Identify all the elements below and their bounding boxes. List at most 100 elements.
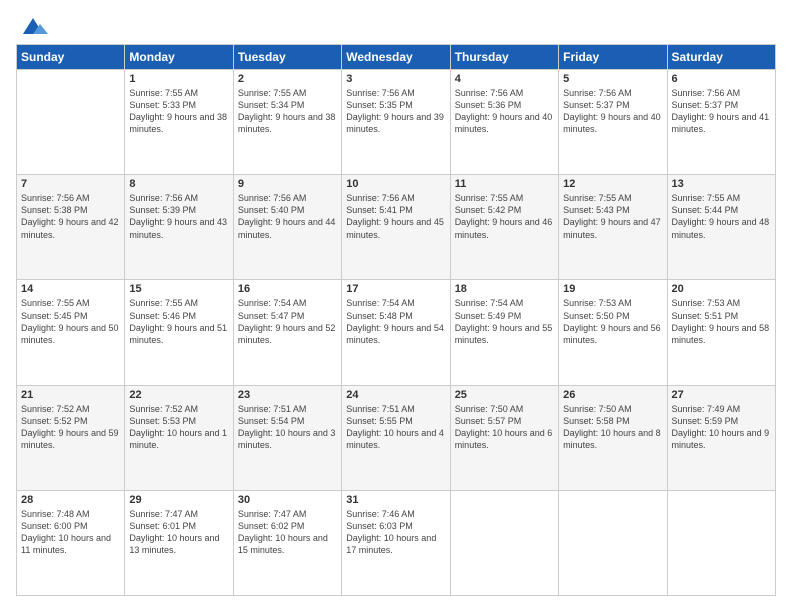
day-info: Sunrise: 7:56 AMSunset: 5:37 PMDaylight:… bbox=[672, 88, 770, 134]
day-cell-3-3: 24 Sunrise: 7:51 AMSunset: 5:55 PMDaylig… bbox=[342, 385, 450, 490]
day-info: Sunrise: 7:54 AMSunset: 5:48 PMDaylight:… bbox=[346, 298, 444, 344]
day-cell-0-3: 3 Sunrise: 7:56 AMSunset: 5:35 PMDayligh… bbox=[342, 70, 450, 175]
day-number: 9 bbox=[238, 178, 337, 190]
day-number: 1 bbox=[129, 73, 228, 85]
day-number: 7 bbox=[21, 178, 120, 190]
day-number: 27 bbox=[672, 389, 771, 401]
day-info: Sunrise: 7:54 AMSunset: 5:47 PMDaylight:… bbox=[238, 298, 336, 344]
day-info: Sunrise: 7:55 AMSunset: 5:33 PMDaylight:… bbox=[129, 88, 227, 134]
day-info: Sunrise: 7:52 AMSunset: 5:53 PMDaylight:… bbox=[129, 404, 227, 450]
day-info: Sunrise: 7:56 AMSunset: 5:38 PMDaylight:… bbox=[21, 193, 119, 239]
calendar-table: SundayMondayTuesdayWednesdayThursdayFrid… bbox=[16, 44, 776, 596]
day-info: Sunrise: 7:56 AMSunset: 5:39 PMDaylight:… bbox=[129, 193, 227, 239]
day-cell-1-3: 10 Sunrise: 7:56 AMSunset: 5:41 PMDaylig… bbox=[342, 175, 450, 280]
day-cell-4-0: 28 Sunrise: 7:48 AMSunset: 6:00 PMDaylig… bbox=[17, 490, 125, 595]
day-cell-4-1: 29 Sunrise: 7:47 AMSunset: 6:01 PMDaylig… bbox=[125, 490, 233, 595]
day-number: 21 bbox=[21, 389, 120, 401]
day-number: 2 bbox=[238, 73, 337, 85]
day-cell-0-1: 1 Sunrise: 7:55 AMSunset: 5:33 PMDayligh… bbox=[125, 70, 233, 175]
day-number: 6 bbox=[672, 73, 771, 85]
day-cell-2-2: 16 Sunrise: 7:54 AMSunset: 5:47 PMDaylig… bbox=[233, 280, 341, 385]
day-number: 26 bbox=[563, 389, 662, 401]
day-cell-0-0 bbox=[17, 70, 125, 175]
day-cell-3-1: 22 Sunrise: 7:52 AMSunset: 5:53 PMDaylig… bbox=[125, 385, 233, 490]
day-info: Sunrise: 7:56 AMSunset: 5:35 PMDaylight:… bbox=[346, 88, 444, 134]
header-sunday: Sunday bbox=[17, 45, 125, 70]
day-cell-1-1: 8 Sunrise: 7:56 AMSunset: 5:39 PMDayligh… bbox=[125, 175, 233, 280]
day-info: Sunrise: 7:55 AMSunset: 5:46 PMDaylight:… bbox=[129, 298, 227, 344]
day-cell-0-2: 2 Sunrise: 7:55 AMSunset: 5:34 PMDayligh… bbox=[233, 70, 341, 175]
day-number: 29 bbox=[129, 494, 228, 506]
logo-icon bbox=[18, 16, 48, 38]
day-info: Sunrise: 7:46 AMSunset: 6:03 PMDaylight:… bbox=[346, 509, 436, 555]
day-cell-1-6: 13 Sunrise: 7:55 AMSunset: 5:44 PMDaylig… bbox=[667, 175, 775, 280]
day-number: 22 bbox=[129, 389, 228, 401]
day-number: 5 bbox=[563, 73, 662, 85]
day-cell-0-6: 6 Sunrise: 7:56 AMSunset: 5:37 PMDayligh… bbox=[667, 70, 775, 175]
day-info: Sunrise: 7:55 AMSunset: 5:44 PMDaylight:… bbox=[672, 193, 770, 239]
header-monday: Monday bbox=[125, 45, 233, 70]
day-number: 11 bbox=[455, 178, 554, 190]
week-row-4: 21 Sunrise: 7:52 AMSunset: 5:52 PMDaylig… bbox=[17, 385, 776, 490]
day-info: Sunrise: 7:53 AMSunset: 5:51 PMDaylight:… bbox=[672, 298, 770, 344]
day-number: 14 bbox=[21, 283, 120, 295]
day-info: Sunrise: 7:50 AMSunset: 5:57 PMDaylight:… bbox=[455, 404, 553, 450]
header-wednesday: Wednesday bbox=[342, 45, 450, 70]
day-info: Sunrise: 7:49 AMSunset: 5:59 PMDaylight:… bbox=[672, 404, 770, 450]
day-cell-4-6 bbox=[667, 490, 775, 595]
page: SundayMondayTuesdayWednesdayThursdayFrid… bbox=[0, 0, 792, 612]
day-info: Sunrise: 7:53 AMSunset: 5:50 PMDaylight:… bbox=[563, 298, 661, 344]
day-number: 19 bbox=[563, 283, 662, 295]
day-cell-2-5: 19 Sunrise: 7:53 AMSunset: 5:50 PMDaylig… bbox=[559, 280, 667, 385]
day-cell-2-0: 14 Sunrise: 7:55 AMSunset: 5:45 PMDaylig… bbox=[17, 280, 125, 385]
day-cell-0-4: 4 Sunrise: 7:56 AMSunset: 5:36 PMDayligh… bbox=[450, 70, 558, 175]
day-cell-4-2: 30 Sunrise: 7:47 AMSunset: 6:02 PMDaylig… bbox=[233, 490, 341, 595]
header bbox=[16, 16, 776, 34]
day-cell-0-5: 5 Sunrise: 7:56 AMSunset: 5:37 PMDayligh… bbox=[559, 70, 667, 175]
day-cell-4-5 bbox=[559, 490, 667, 595]
day-info: Sunrise: 7:47 AMSunset: 6:02 PMDaylight:… bbox=[238, 509, 328, 555]
day-info: Sunrise: 7:52 AMSunset: 5:52 PMDaylight:… bbox=[21, 404, 119, 450]
day-cell-1-0: 7 Sunrise: 7:56 AMSunset: 5:38 PMDayligh… bbox=[17, 175, 125, 280]
day-info: Sunrise: 7:56 AMSunset: 5:40 PMDaylight:… bbox=[238, 193, 336, 239]
day-info: Sunrise: 7:56 AMSunset: 5:36 PMDaylight:… bbox=[455, 88, 553, 134]
day-cell-1-4: 11 Sunrise: 7:55 AMSunset: 5:42 PMDaylig… bbox=[450, 175, 558, 280]
day-number: 25 bbox=[455, 389, 554, 401]
day-number: 15 bbox=[129, 283, 228, 295]
header-tuesday: Tuesday bbox=[233, 45, 341, 70]
day-info: Sunrise: 7:56 AMSunset: 5:37 PMDaylight:… bbox=[563, 88, 661, 134]
day-number: 20 bbox=[672, 283, 771, 295]
day-cell-2-4: 18 Sunrise: 7:54 AMSunset: 5:49 PMDaylig… bbox=[450, 280, 558, 385]
day-cell-2-1: 15 Sunrise: 7:55 AMSunset: 5:46 PMDaylig… bbox=[125, 280, 233, 385]
day-number: 28 bbox=[21, 494, 120, 506]
day-number: 30 bbox=[238, 494, 337, 506]
day-number: 24 bbox=[346, 389, 445, 401]
day-cell-1-2: 9 Sunrise: 7:56 AMSunset: 5:40 PMDayligh… bbox=[233, 175, 341, 280]
day-info: Sunrise: 7:47 AMSunset: 6:01 PMDaylight:… bbox=[129, 509, 219, 555]
header-saturday: Saturday bbox=[667, 45, 775, 70]
day-number: 16 bbox=[238, 283, 337, 295]
day-number: 17 bbox=[346, 283, 445, 295]
day-number: 10 bbox=[346, 178, 445, 190]
day-info: Sunrise: 7:55 AMSunset: 5:34 PMDaylight:… bbox=[238, 88, 336, 134]
day-number: 3 bbox=[346, 73, 445, 85]
week-row-3: 14 Sunrise: 7:55 AMSunset: 5:45 PMDaylig… bbox=[17, 280, 776, 385]
header-thursday: Thursday bbox=[450, 45, 558, 70]
day-cell-3-2: 23 Sunrise: 7:51 AMSunset: 5:54 PMDaylig… bbox=[233, 385, 341, 490]
day-info: Sunrise: 7:55 AMSunset: 5:42 PMDaylight:… bbox=[455, 193, 553, 239]
day-info: Sunrise: 7:54 AMSunset: 5:49 PMDaylight:… bbox=[455, 298, 553, 344]
logo bbox=[16, 16, 48, 34]
day-info: Sunrise: 7:48 AMSunset: 6:00 PMDaylight:… bbox=[21, 509, 111, 555]
day-cell-4-3: 31 Sunrise: 7:46 AMSunset: 6:03 PMDaylig… bbox=[342, 490, 450, 595]
day-number: 8 bbox=[129, 178, 228, 190]
day-info: Sunrise: 7:51 AMSunset: 5:54 PMDaylight:… bbox=[238, 404, 336, 450]
day-info: Sunrise: 7:55 AMSunset: 5:45 PMDaylight:… bbox=[21, 298, 119, 344]
day-cell-3-5: 26 Sunrise: 7:50 AMSunset: 5:58 PMDaylig… bbox=[559, 385, 667, 490]
day-info: Sunrise: 7:56 AMSunset: 5:41 PMDaylight:… bbox=[346, 193, 444, 239]
day-number: 23 bbox=[238, 389, 337, 401]
day-cell-3-4: 25 Sunrise: 7:50 AMSunset: 5:57 PMDaylig… bbox=[450, 385, 558, 490]
day-number: 13 bbox=[672, 178, 771, 190]
week-row-1: 1 Sunrise: 7:55 AMSunset: 5:33 PMDayligh… bbox=[17, 70, 776, 175]
day-number: 12 bbox=[563, 178, 662, 190]
day-cell-3-6: 27 Sunrise: 7:49 AMSunset: 5:59 PMDaylig… bbox=[667, 385, 775, 490]
